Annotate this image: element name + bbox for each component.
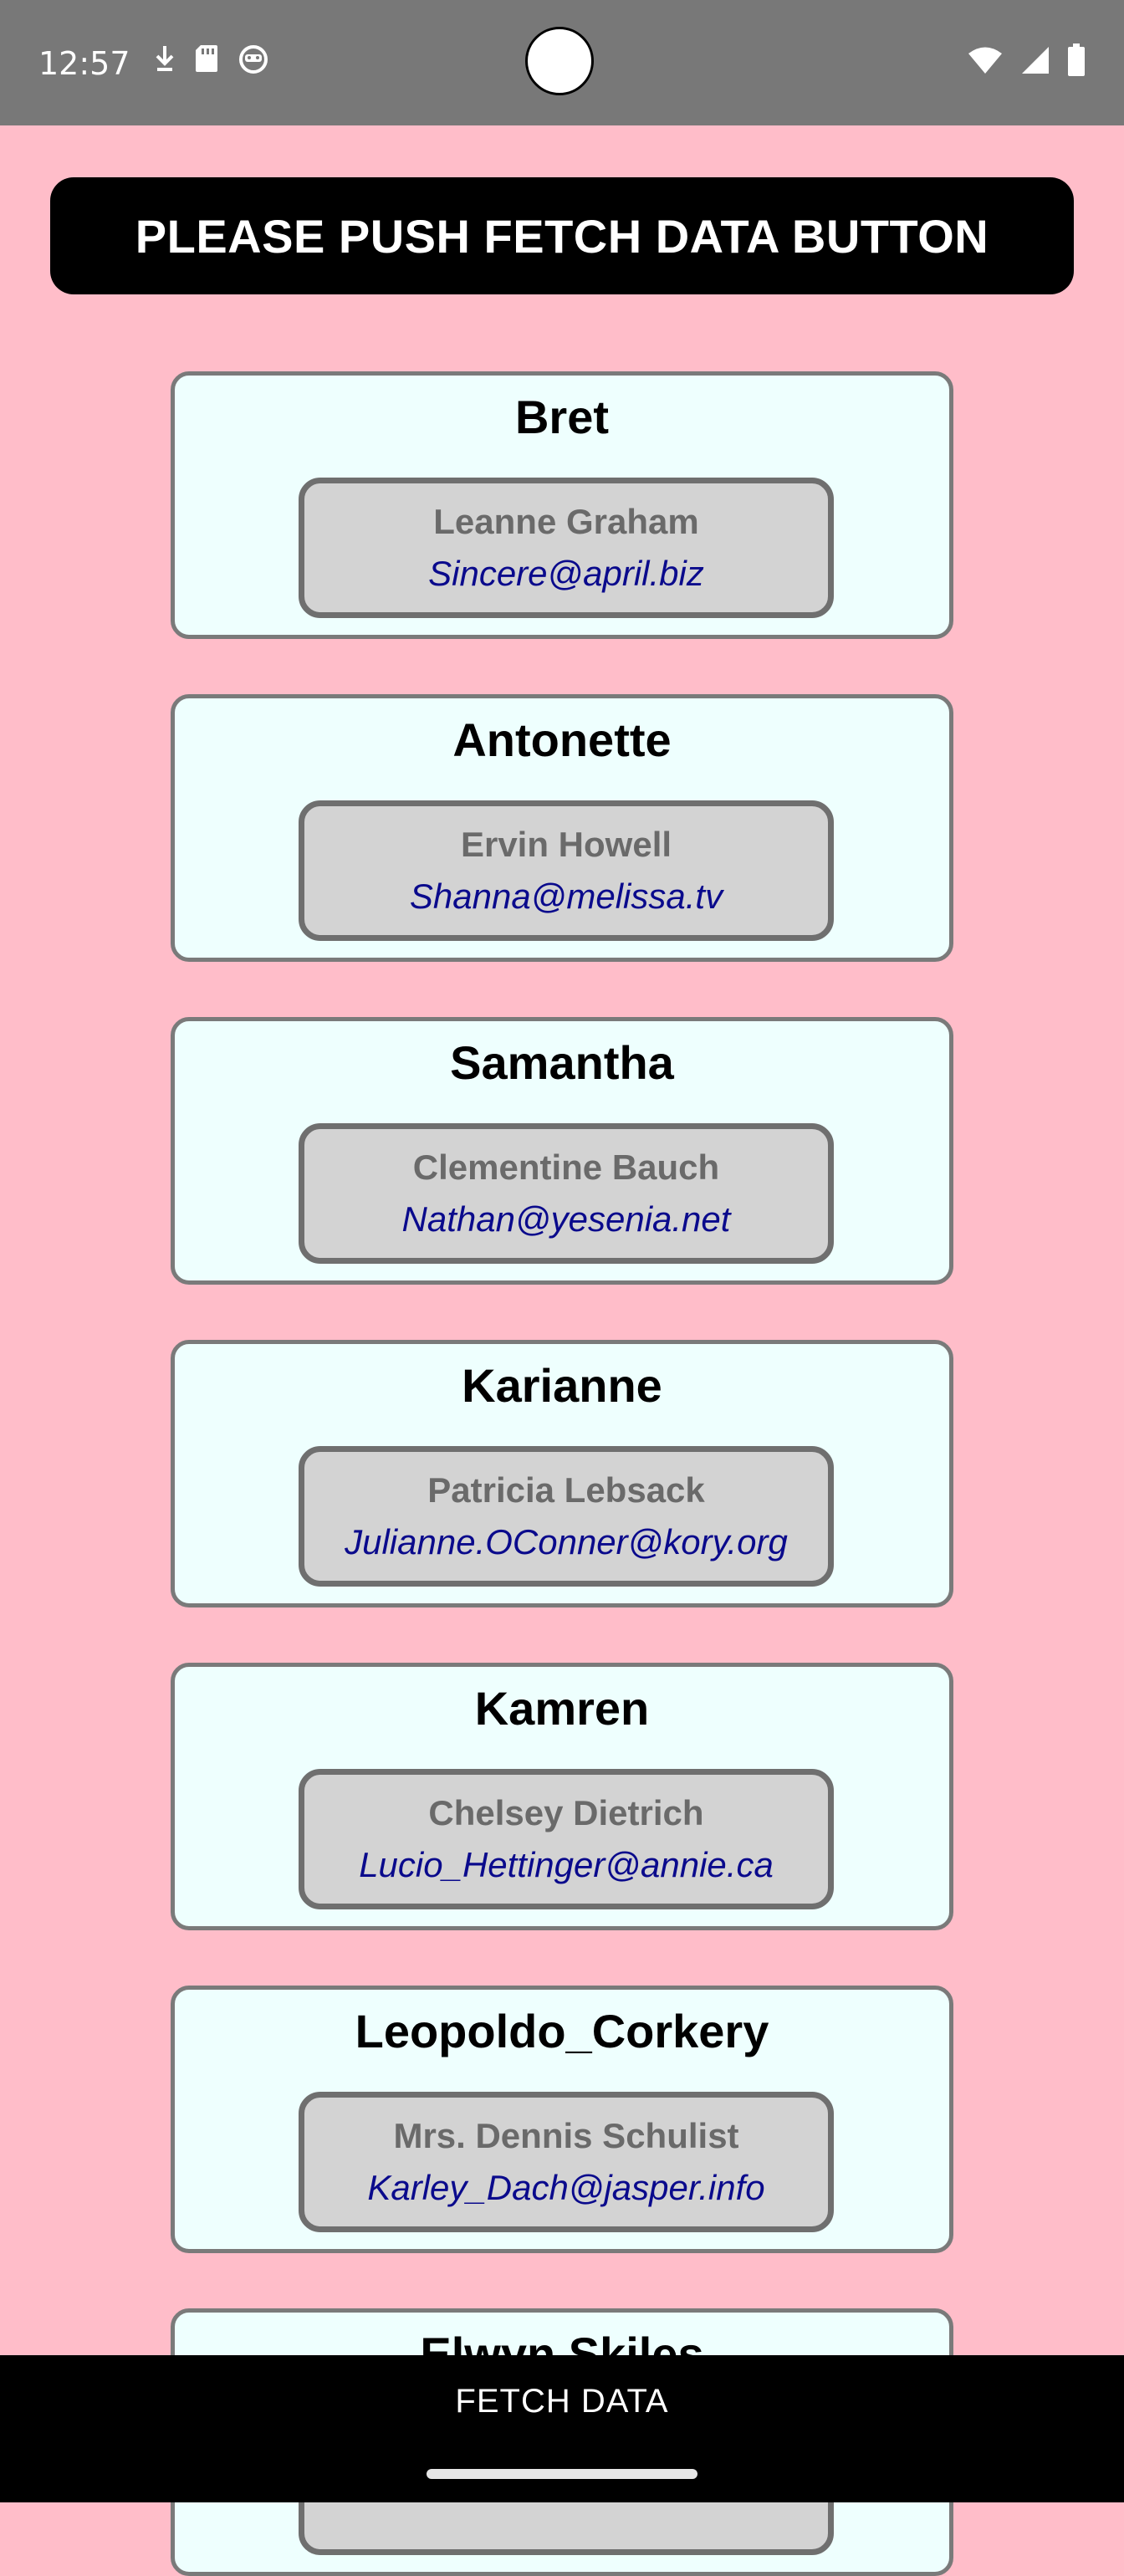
card-username: Kamren: [474, 1682, 650, 1735]
card-name: Leanne Graham: [433, 502, 699, 541]
card-username: Samantha: [450, 1036, 674, 1089]
user-card: Samantha Clementine Bauch Nathan@yesenia…: [171, 1017, 953, 1285]
instruction-banner: PLEASE PUSH FETCH DATA BUTTON: [50, 177, 1074, 294]
card-email: Nathan@yesenia.net: [401, 1199, 731, 1239]
card-name: Patricia Lebsack: [427, 1470, 705, 1510]
card-username: Bret: [514, 391, 610, 443]
card-username: Leopoldo_Corkery: [355, 2005, 769, 2057]
user-card: Kamren Chelsey Dietrich Lucio_Hettinger@…: [171, 1663, 953, 1930]
user-card: Antonette Ervin Howell Shanna@melissa.tv: [171, 694, 953, 962]
card-details: Leanne Graham Sincere@april.biz: [299, 478, 834, 618]
card-details: Patricia Lebsack Julianne.OConner@kory.o…: [299, 1446, 834, 1587]
card-username: Karianne: [462, 1359, 662, 1412]
card-email: Lucio_Hettinger@annie.ca: [359, 1845, 774, 1884]
card-name: Ervin Howell: [460, 825, 672, 864]
user-card: Leopoldo_Corkery Mrs. Dennis Schulist Ka…: [171, 1986, 953, 2253]
battery-icon: [1067, 43, 1086, 81]
card-details: Ervin Howell Shanna@melissa.tv: [299, 800, 834, 941]
card-name: Chelsey Dietrich: [428, 1793, 704, 1832]
card-name: Mrs. Dennis Schulist: [393, 2116, 739, 2155]
card-details: Clementine Bauch Nathan@yesenia.net: [299, 1123, 834, 1264]
fetch-data-button[interactable]: FETCH DATA: [0, 2355, 1124, 2447]
camera-cutout: [525, 27, 594, 95]
cellular-signal-icon: [1020, 45, 1050, 79]
home-indicator[interactable]: [427, 2469, 697, 2479]
card-email: Julianne.OConner@kory.org: [345, 1522, 788, 1561]
card-username: Antonette: [452, 713, 672, 766]
card-details: Chelsey Dietrich Lucio_Hettinger@annie.c…: [299, 1769, 834, 1909]
card-email: Karley_Dach@jasper.info: [367, 2168, 765, 2207]
card-name: Clementine Bauch: [412, 1147, 720, 1187]
status-icons-left: [154, 43, 269, 78]
user-card: Bret Leanne Graham Sincere@april.biz: [171, 371, 953, 639]
assistant-icon: [238, 43, 269, 78]
user-card: Karianne Patricia Lebsack Julianne.OConn…: [171, 1340, 953, 1607]
bottom-bar: FETCH DATA: [0, 2355, 1124, 2502]
status-icons-right: [967, 43, 1086, 81]
sd-card-icon: [194, 43, 219, 78]
status-time: 12:57: [38, 45, 130, 82]
download-status-icon: [154, 44, 176, 77]
card-email: Sincere@april.biz: [428, 554, 704, 593]
card-details: Mrs. Dennis Schulist Karley_Dach@jasper.…: [299, 2092, 834, 2232]
status-bar: 12:57: [0, 0, 1124, 125]
wifi-icon: [967, 46, 1004, 79]
card-email: Shanna@melissa.tv: [409, 877, 723, 916]
